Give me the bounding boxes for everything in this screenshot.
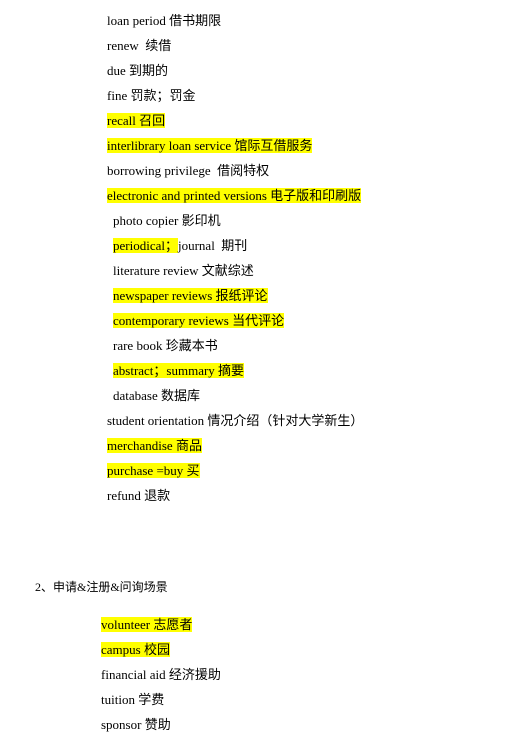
vocabulary-item: loan period 借书期限 <box>107 11 221 31</box>
term-text: journal 期刊 <box>177 238 248 253</box>
term-text: renew 续借 <box>107 38 172 53</box>
vocabulary-item: electronic and printed versions 电子版和印刷版 <box>107 186 362 206</box>
highlighted-term: purchase =buy 买 <box>107 463 200 478</box>
vocabulary-item: tuition 学费 <box>101 690 164 710</box>
vocabulary-item: contemporary reviews 当代评论 <box>113 311 285 331</box>
highlighted-term: volunteer 志愿者 <box>101 617 193 632</box>
section-heading: 2、申请&注册&问询场景 <box>35 580 168 594</box>
highlighted-term: campus 校园 <box>101 642 170 657</box>
vocabulary-item: due 到期的 <box>107 61 168 81</box>
highlighted-term: newspaper reviews 报纸评论 <box>113 288 268 303</box>
term-text: loan period 借书期限 <box>107 13 222 28</box>
term-text: literature review 文献综述 <box>113 263 254 278</box>
term-text: database 数据库 <box>113 388 201 403</box>
term-text: student orientation 情况介绍（针对大学新生） <box>107 413 364 428</box>
vocabulary-item: student orientation 情况介绍（针对大学新生） <box>107 411 363 431</box>
vocabulary-item: database 数据库 <box>113 386 200 406</box>
vocabulary-item: rare book 珍藏本书 <box>113 336 218 356</box>
vocabulary-item: abstract；summary 摘要 <box>113 361 245 381</box>
vocabulary-item: renew 续借 <box>107 36 171 56</box>
vocabulary-item: refund 退款 <box>107 486 170 506</box>
vocabulary-item: newspaper reviews 报纸评论 <box>113 286 268 306</box>
highlighted-term: merchandise 商品 <box>107 438 202 453</box>
vocabulary-item: financial aid 经济援助 <box>101 665 221 685</box>
term-text: rare book 珍藏本书 <box>113 338 218 353</box>
term-text: financial aid 经济援助 <box>101 667 221 682</box>
term-text: due 到期的 <box>107 63 169 78</box>
vocabulary-item: periodical；journal 期刊 <box>113 236 247 256</box>
vocabulary-item: recall 召回 <box>107 111 166 131</box>
highlighted-term: interlibrary loan service 馆际互借服务 <box>107 138 313 153</box>
vocabulary-item: borrowing privilege 借阅特权 <box>107 161 269 181</box>
vocabulary-item: sponsor 赞助 <box>101 715 171 735</box>
term-text: photo copier 影印机 <box>113 213 221 228</box>
term-text: tuition 学费 <box>101 692 165 707</box>
highlighted-term: contemporary reviews 当代评论 <box>113 313 285 328</box>
highlighted-term: recall 召回 <box>107 113 166 128</box>
term-text: borrowing privilege 借阅特权 <box>107 163 270 178</box>
vocabulary-item: interlibrary loan service 馆际互借服务 <box>107 136 313 156</box>
highlighted-term: abstract；summary 摘要 <box>113 363 245 378</box>
vocabulary-item: merchandise 商品 <box>107 436 202 456</box>
vocabulary-item: literature review 文献综述 <box>113 261 254 281</box>
vocabulary-item: fine 罚款；罚金 <box>107 86 195 106</box>
term-text: sponsor 赞助 <box>101 717 171 732</box>
vocabulary-item: purchase =buy 买 <box>107 461 200 481</box>
vocabulary-item: photo copier 影印机 <box>113 211 221 231</box>
highlighted-term: periodical； <box>113 238 178 253</box>
vocabulary-item: volunteer 志愿者 <box>101 615 193 635</box>
highlighted-term: electronic and printed versions 电子版和印刷版 <box>107 188 362 203</box>
term-text: refund 退款 <box>107 488 171 503</box>
term-text: fine 罚款；罚金 <box>107 88 196 103</box>
vocabulary-item: campus 校园 <box>101 640 170 660</box>
